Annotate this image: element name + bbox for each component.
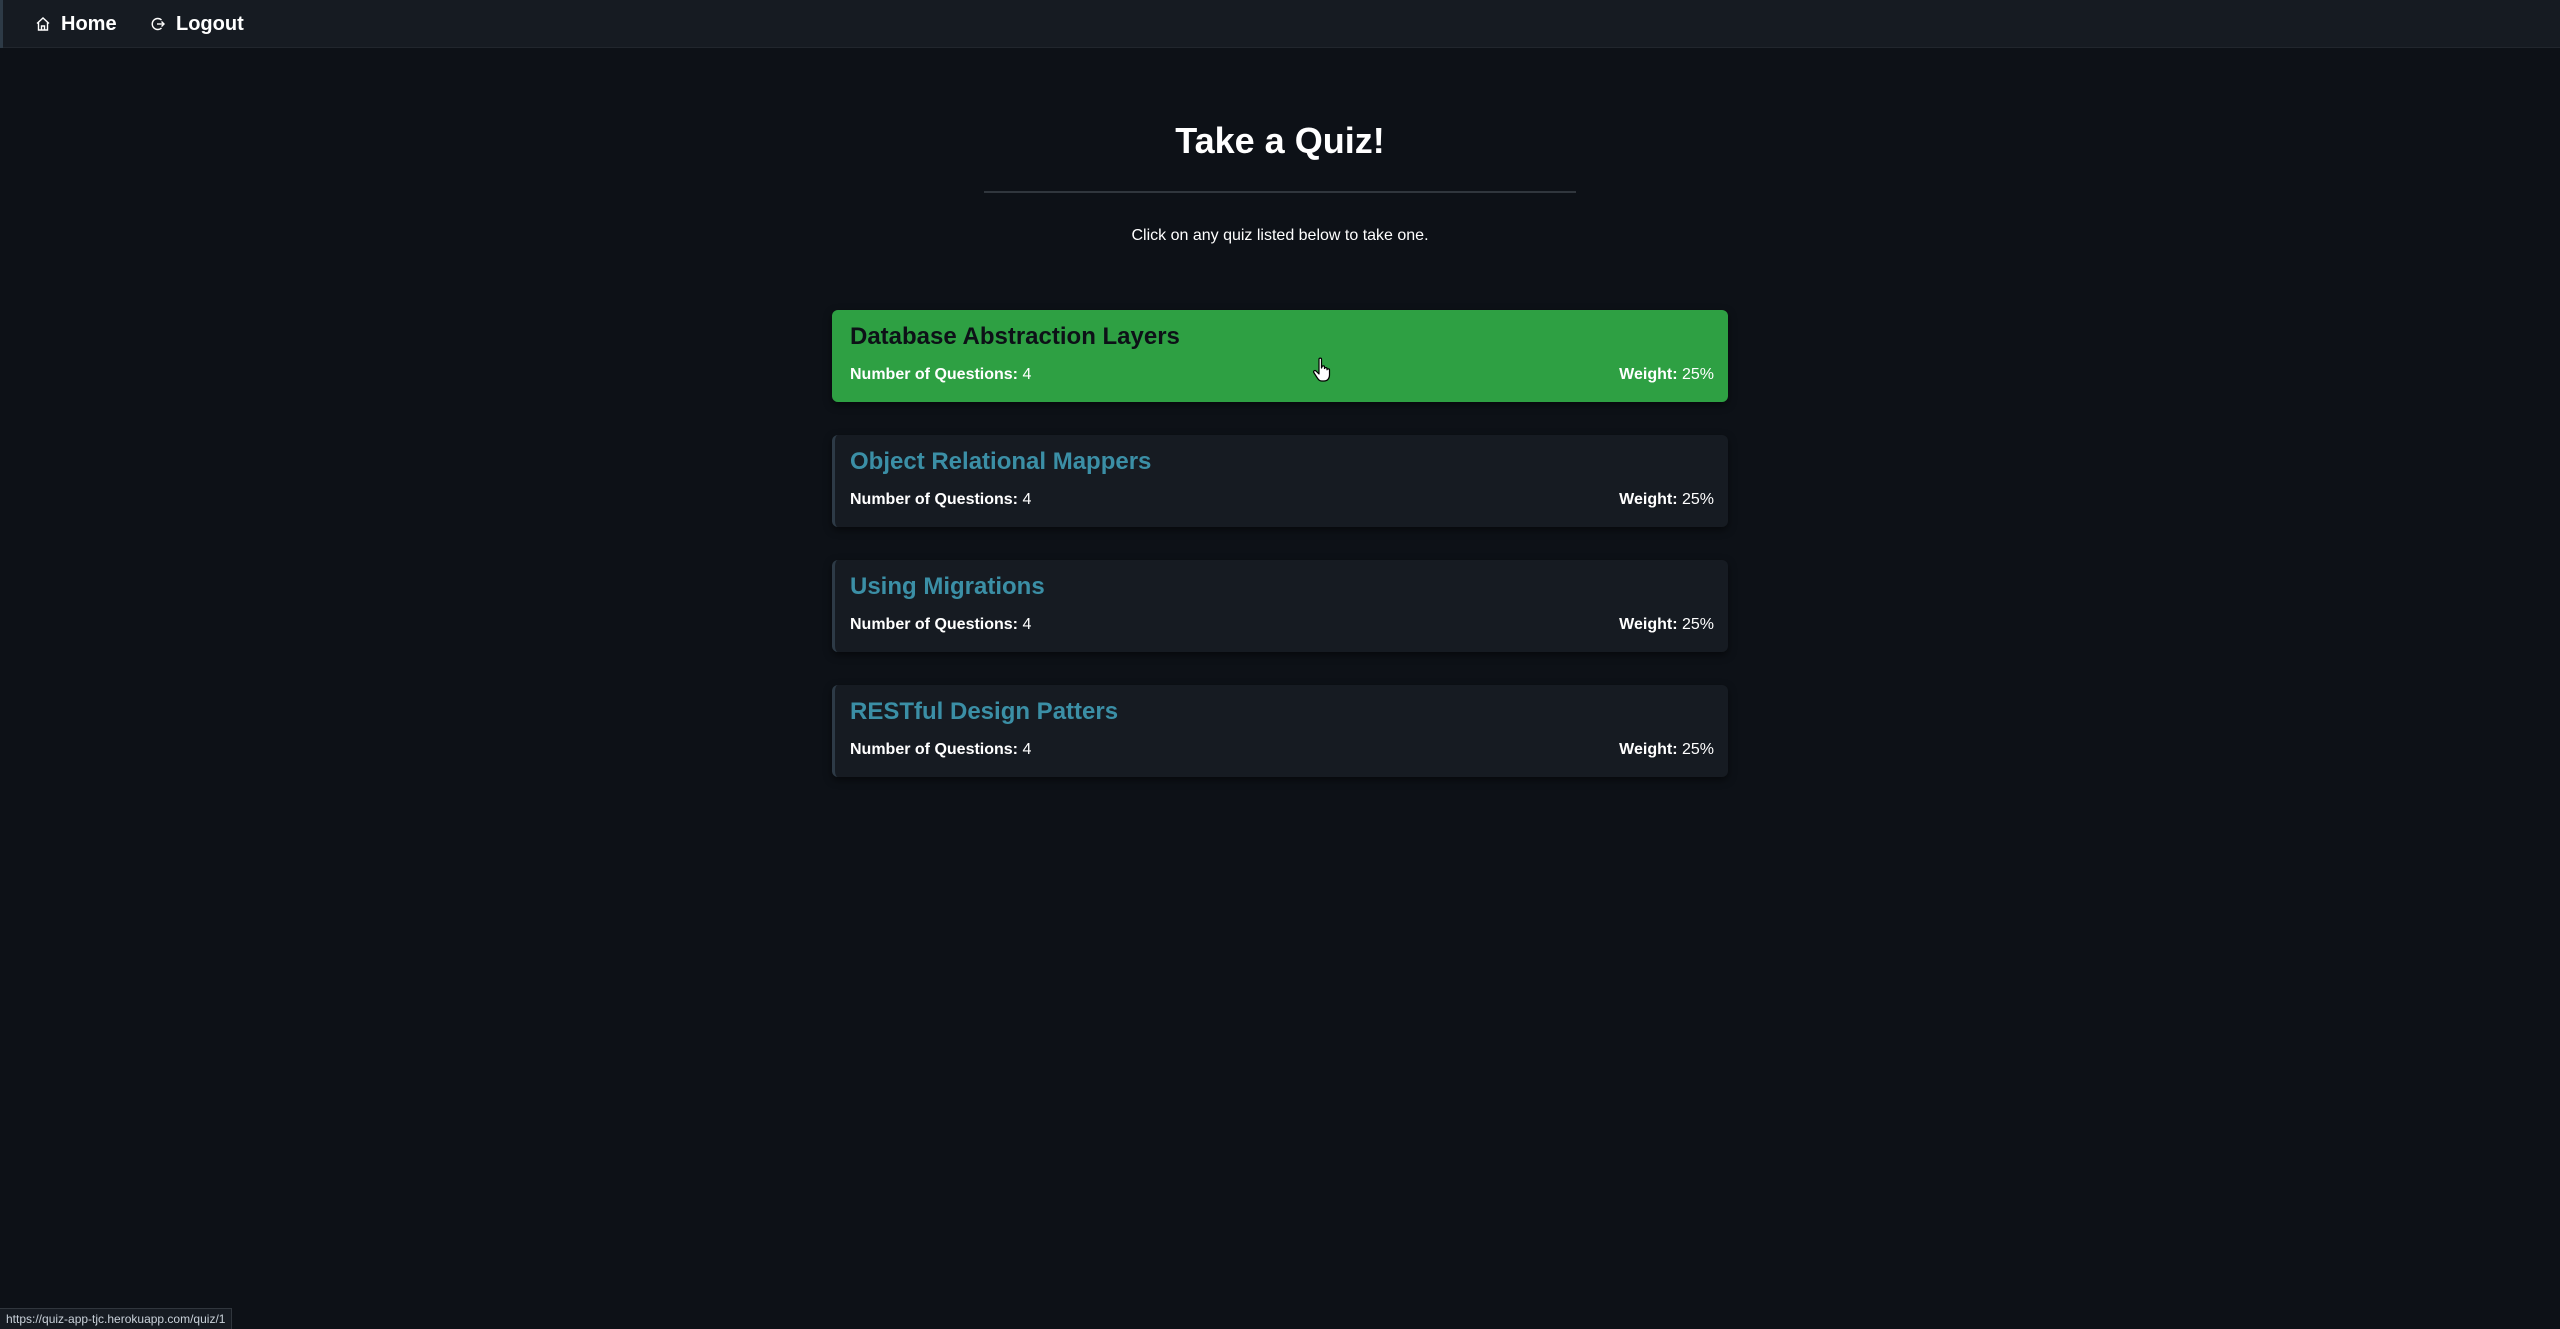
questions-value: 4 (1022, 491, 1032, 508)
status-bar-url: https://quiz-app-tjc.herokuapp.com/quiz/… (0, 1308, 233, 1329)
nav-logout-label: Logout (176, 12, 244, 35)
quiz-question-count: Number of Questions: 4 (850, 615, 1031, 635)
weight-value: 25% (1681, 491, 1714, 508)
quiz-weight: Weight: 25% (1619, 615, 1714, 635)
weight-value: 25% (1681, 366, 1714, 383)
questions-label: Number of Questions: (850, 616, 1019, 633)
page-subtitle: Click on any quiz listed below to take o… (1131, 227, 1429, 244)
questions-value: 4 (1022, 616, 1032, 633)
quiz-weight: Weight: 25% (1619, 740, 1714, 760)
page-title: Take a Quiz! (1175, 120, 1385, 161)
questions-value: 4 (1022, 366, 1032, 383)
quiz-question-count: Number of Questions: 4 (850, 365, 1031, 385)
quiz-question-count: Number of Questions: 4 (850, 490, 1031, 510)
questions-label: Number of Questions: (850, 491, 1019, 508)
navbar-edge (0, 0, 3, 48)
nav-logout-link[interactable]: Logout (148, 0, 244, 48)
questions-label: Number of Questions: (850, 366, 1019, 383)
quiz-title: Database Abstraction Layers (850, 323, 1180, 350)
quiz-title: Object Relational Mappers (850, 448, 1152, 475)
questions-value: 4 (1022, 741, 1032, 758)
quiz-weight: Weight: 25% (1619, 365, 1714, 385)
weight-value: 25% (1681, 741, 1714, 758)
weight-label: Weight: (1619, 491, 1678, 508)
hand-pointer-icon (1313, 357, 1331, 382)
quiz-title: Using Migrations (850, 573, 1045, 600)
nav-home-label: Home (61, 12, 117, 35)
quiz-card-using-migrations[interactable]: Using Migrations Number of Questions: 4 … (832, 560, 1728, 652)
weight-label: Weight: (1619, 616, 1678, 633)
home-icon (33, 14, 53, 34)
logout-icon (148, 14, 168, 34)
title-divider (984, 191, 1576, 193)
quiz-title: RESTful Design Patters (850, 698, 1119, 725)
questions-label: Number of Questions: (850, 741, 1019, 758)
quiz-card-restful-design-patters[interactable]: RESTful Design Patters Number of Questio… (832, 685, 1728, 777)
nav-home-link[interactable]: Home (33, 0, 117, 48)
quiz-card-object-relational-mappers[interactable]: Object Relational Mappers Number of Ques… (832, 435, 1728, 527)
quiz-question-count: Number of Questions: 4 (850, 740, 1031, 760)
weight-value: 25% (1681, 616, 1714, 633)
quiz-list: Database Abstraction Layers Number of Qu… (832, 310, 1728, 810)
weight-label: Weight: (1619, 366, 1678, 383)
quiz-card-database-abstraction-layers[interactable]: Database Abstraction Layers Number of Qu… (832, 310, 1728, 402)
weight-label: Weight: (1619, 741, 1678, 758)
top-navbar: Home Logout (0, 0, 2560, 48)
quiz-weight: Weight: 25% (1619, 490, 1714, 510)
